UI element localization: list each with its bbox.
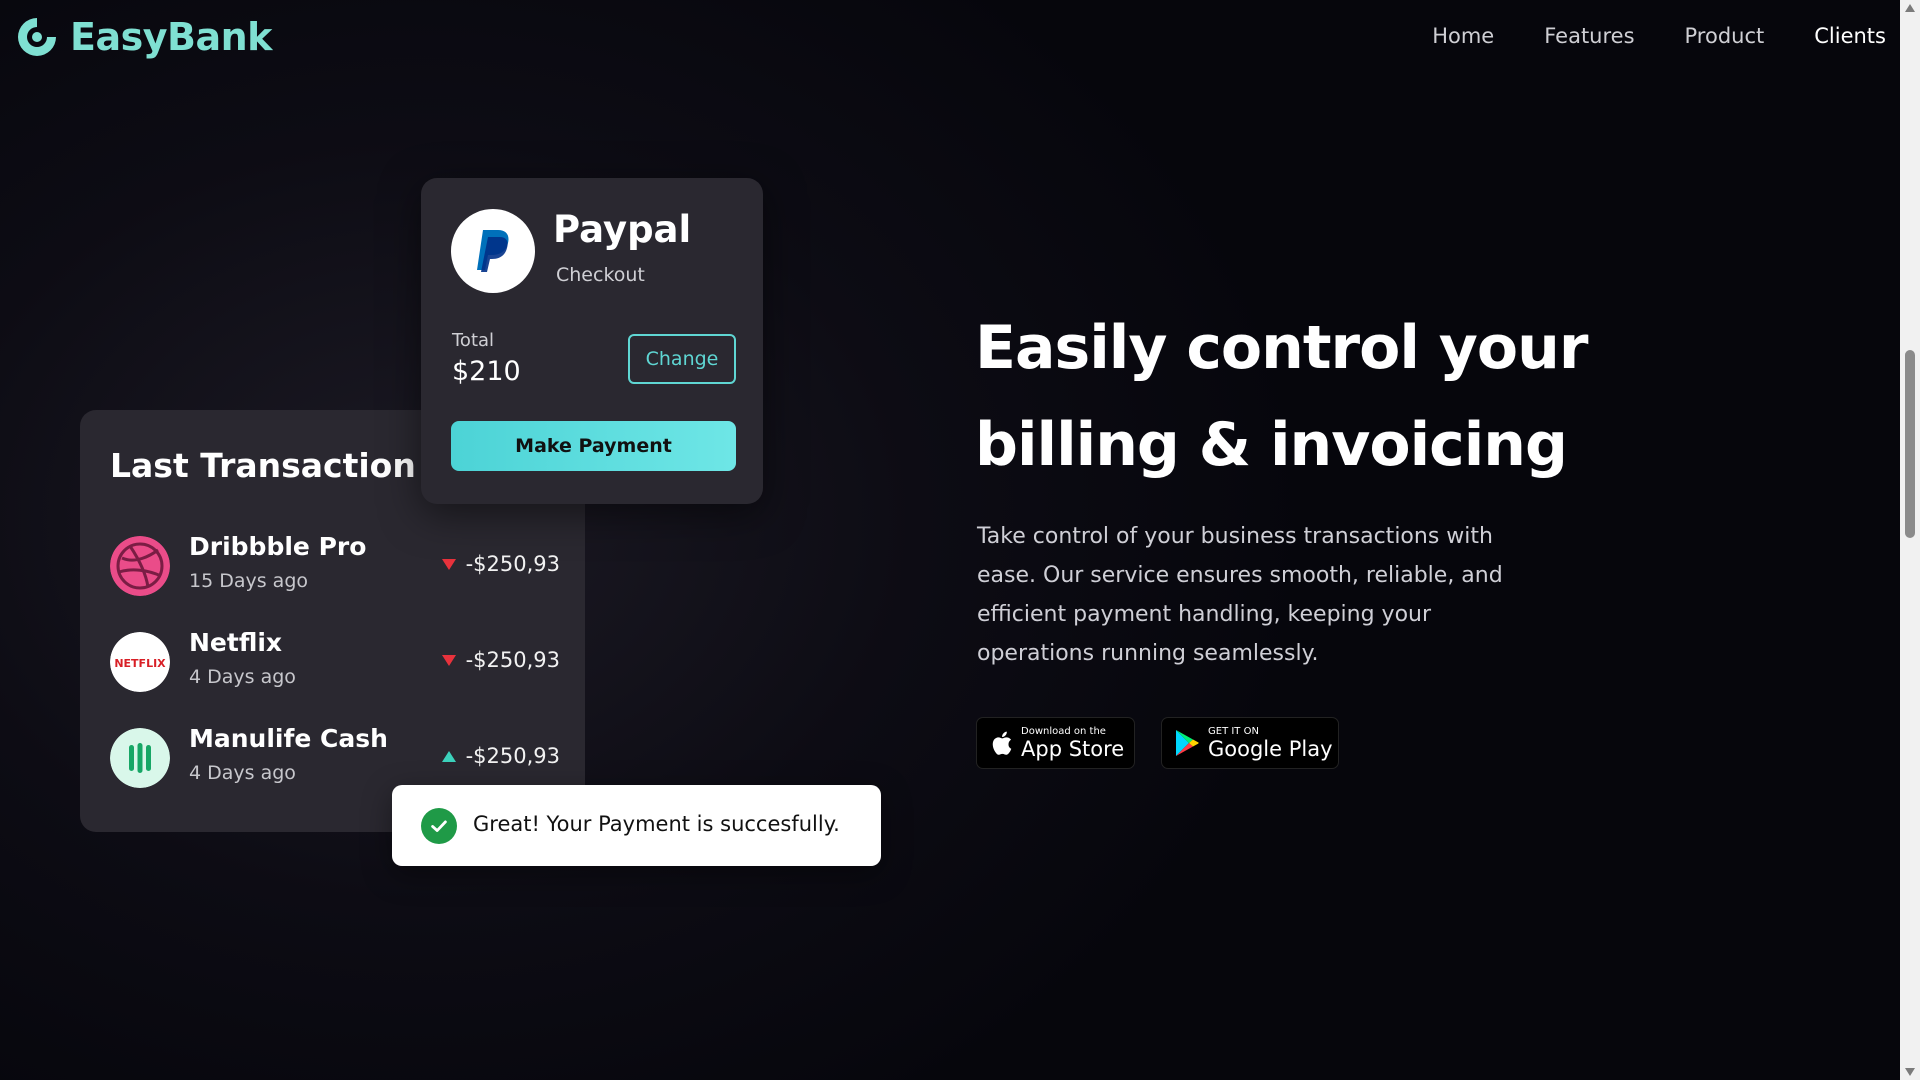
paypal-subtitle: Checkout — [556, 264, 645, 286]
google-play-big-text: Google Play — [1208, 736, 1333, 761]
brand-name: EasyBank — [70, 15, 272, 59]
payment-success-toast: Great! Your Payment is succesfully. — [392, 785, 881, 866]
dribbble-icon — [110, 536, 170, 596]
nav-features[interactable]: Features — [1544, 24, 1634, 48]
app-store-big-text: App Store — [1021, 736, 1125, 761]
nav-home[interactable]: Home — [1432, 24, 1494, 48]
transaction-date: 4 Days ago — [189, 666, 296, 688]
paypal-title: Paypal — [553, 208, 692, 251]
scroll-up-icon[interactable] — [1905, 4, 1915, 12]
app-store-button[interactable]: Download on the App Store — [976, 717, 1135, 769]
transaction-row[interactable]: Manulife Cash 4 Days ago -$250,93 — [110, 722, 560, 792]
app-store-small-text: Download on the — [1021, 725, 1106, 737]
change-button[interactable]: Change — [628, 334, 736, 384]
hero-title: Easily control your billing & invoicing — [975, 300, 1615, 494]
transaction-name: Manulife Cash — [189, 724, 388, 753]
apple-icon — [989, 728, 1013, 758]
netflix-logo-text: NETFLIX — [114, 657, 166, 670]
main-nav: Home Features Product Clients — [1432, 24, 1886, 48]
brand-logo[interactable]: EasyBank — [14, 14, 272, 60]
transaction-amount-value: -$250,93 — [465, 744, 560, 768]
arrow-down-icon — [441, 558, 456, 570]
nav-clients[interactable]: Clients — [1814, 24, 1886, 48]
scroll-down-icon[interactable] — [1905, 1068, 1915, 1076]
transaction-date: 15 Days ago — [189, 570, 309, 592]
transaction-amount-value: -$250,93 — [465, 648, 560, 672]
paypal-checkout-card: Paypal Checkout Total $210 Change Make P… — [421, 178, 763, 504]
hero-description: Take control of your business transactio… — [977, 524, 1503, 666]
transaction-row[interactable]: Dribbble Pro 15 Days ago -$250,93 — [110, 530, 560, 600]
last-transaction-title: Last Transaction — [110, 446, 416, 485]
manulife-icon — [110, 728, 170, 788]
hero-title-line2: billing & invoicing — [975, 410, 1568, 480]
nav-product[interactable]: Product — [1685, 24, 1765, 48]
transaction-name: Dribbble Pro — [189, 532, 367, 561]
transaction-amount: -$250,93 — [441, 648, 560, 672]
paypal-icon — [451, 209, 535, 293]
arrow-down-icon — [441, 654, 456, 666]
netflix-icon: NETFLIX — [110, 632, 170, 692]
hero-title-line1: Easily control your — [975, 313, 1588, 383]
toast-message: Great! Your Payment is succesfully. — [473, 812, 840, 836]
transaction-row[interactable]: NETFLIX Netflix 4 Days ago -$250,93 — [110, 626, 560, 696]
arrow-up-icon — [441, 750, 456, 762]
make-payment-button[interactable]: Make Payment — [451, 421, 736, 471]
easybank-logo-icon — [18, 18, 56, 56]
site-header: EasyBank Home Features Product Clients — [0, 0, 1900, 76]
app-store-buttons: Download on the App Store GET IT ON Goog… — [976, 717, 1339, 769]
page-scrollbar[interactable] — [1900, 0, 1920, 1080]
transaction-date: 4 Days ago — [189, 762, 296, 784]
transaction-amount: -$250,93 — [441, 744, 560, 768]
google-play-button[interactable]: GET IT ON Google Play — [1161, 717, 1339, 769]
google-play-small-text: GET IT ON — [1208, 725, 1259, 737]
transaction-amount: -$250,93 — [441, 552, 560, 576]
total-label: Total — [452, 330, 495, 351]
scroll-thumb[interactable] — [1905, 350, 1915, 538]
transaction-amount-value: -$250,93 — [465, 552, 560, 576]
google-play-icon — [1174, 728, 1200, 758]
total-amount: $210 — [452, 356, 521, 387]
check-circle-icon — [421, 808, 457, 844]
transaction-name: Netflix — [189, 628, 283, 657]
